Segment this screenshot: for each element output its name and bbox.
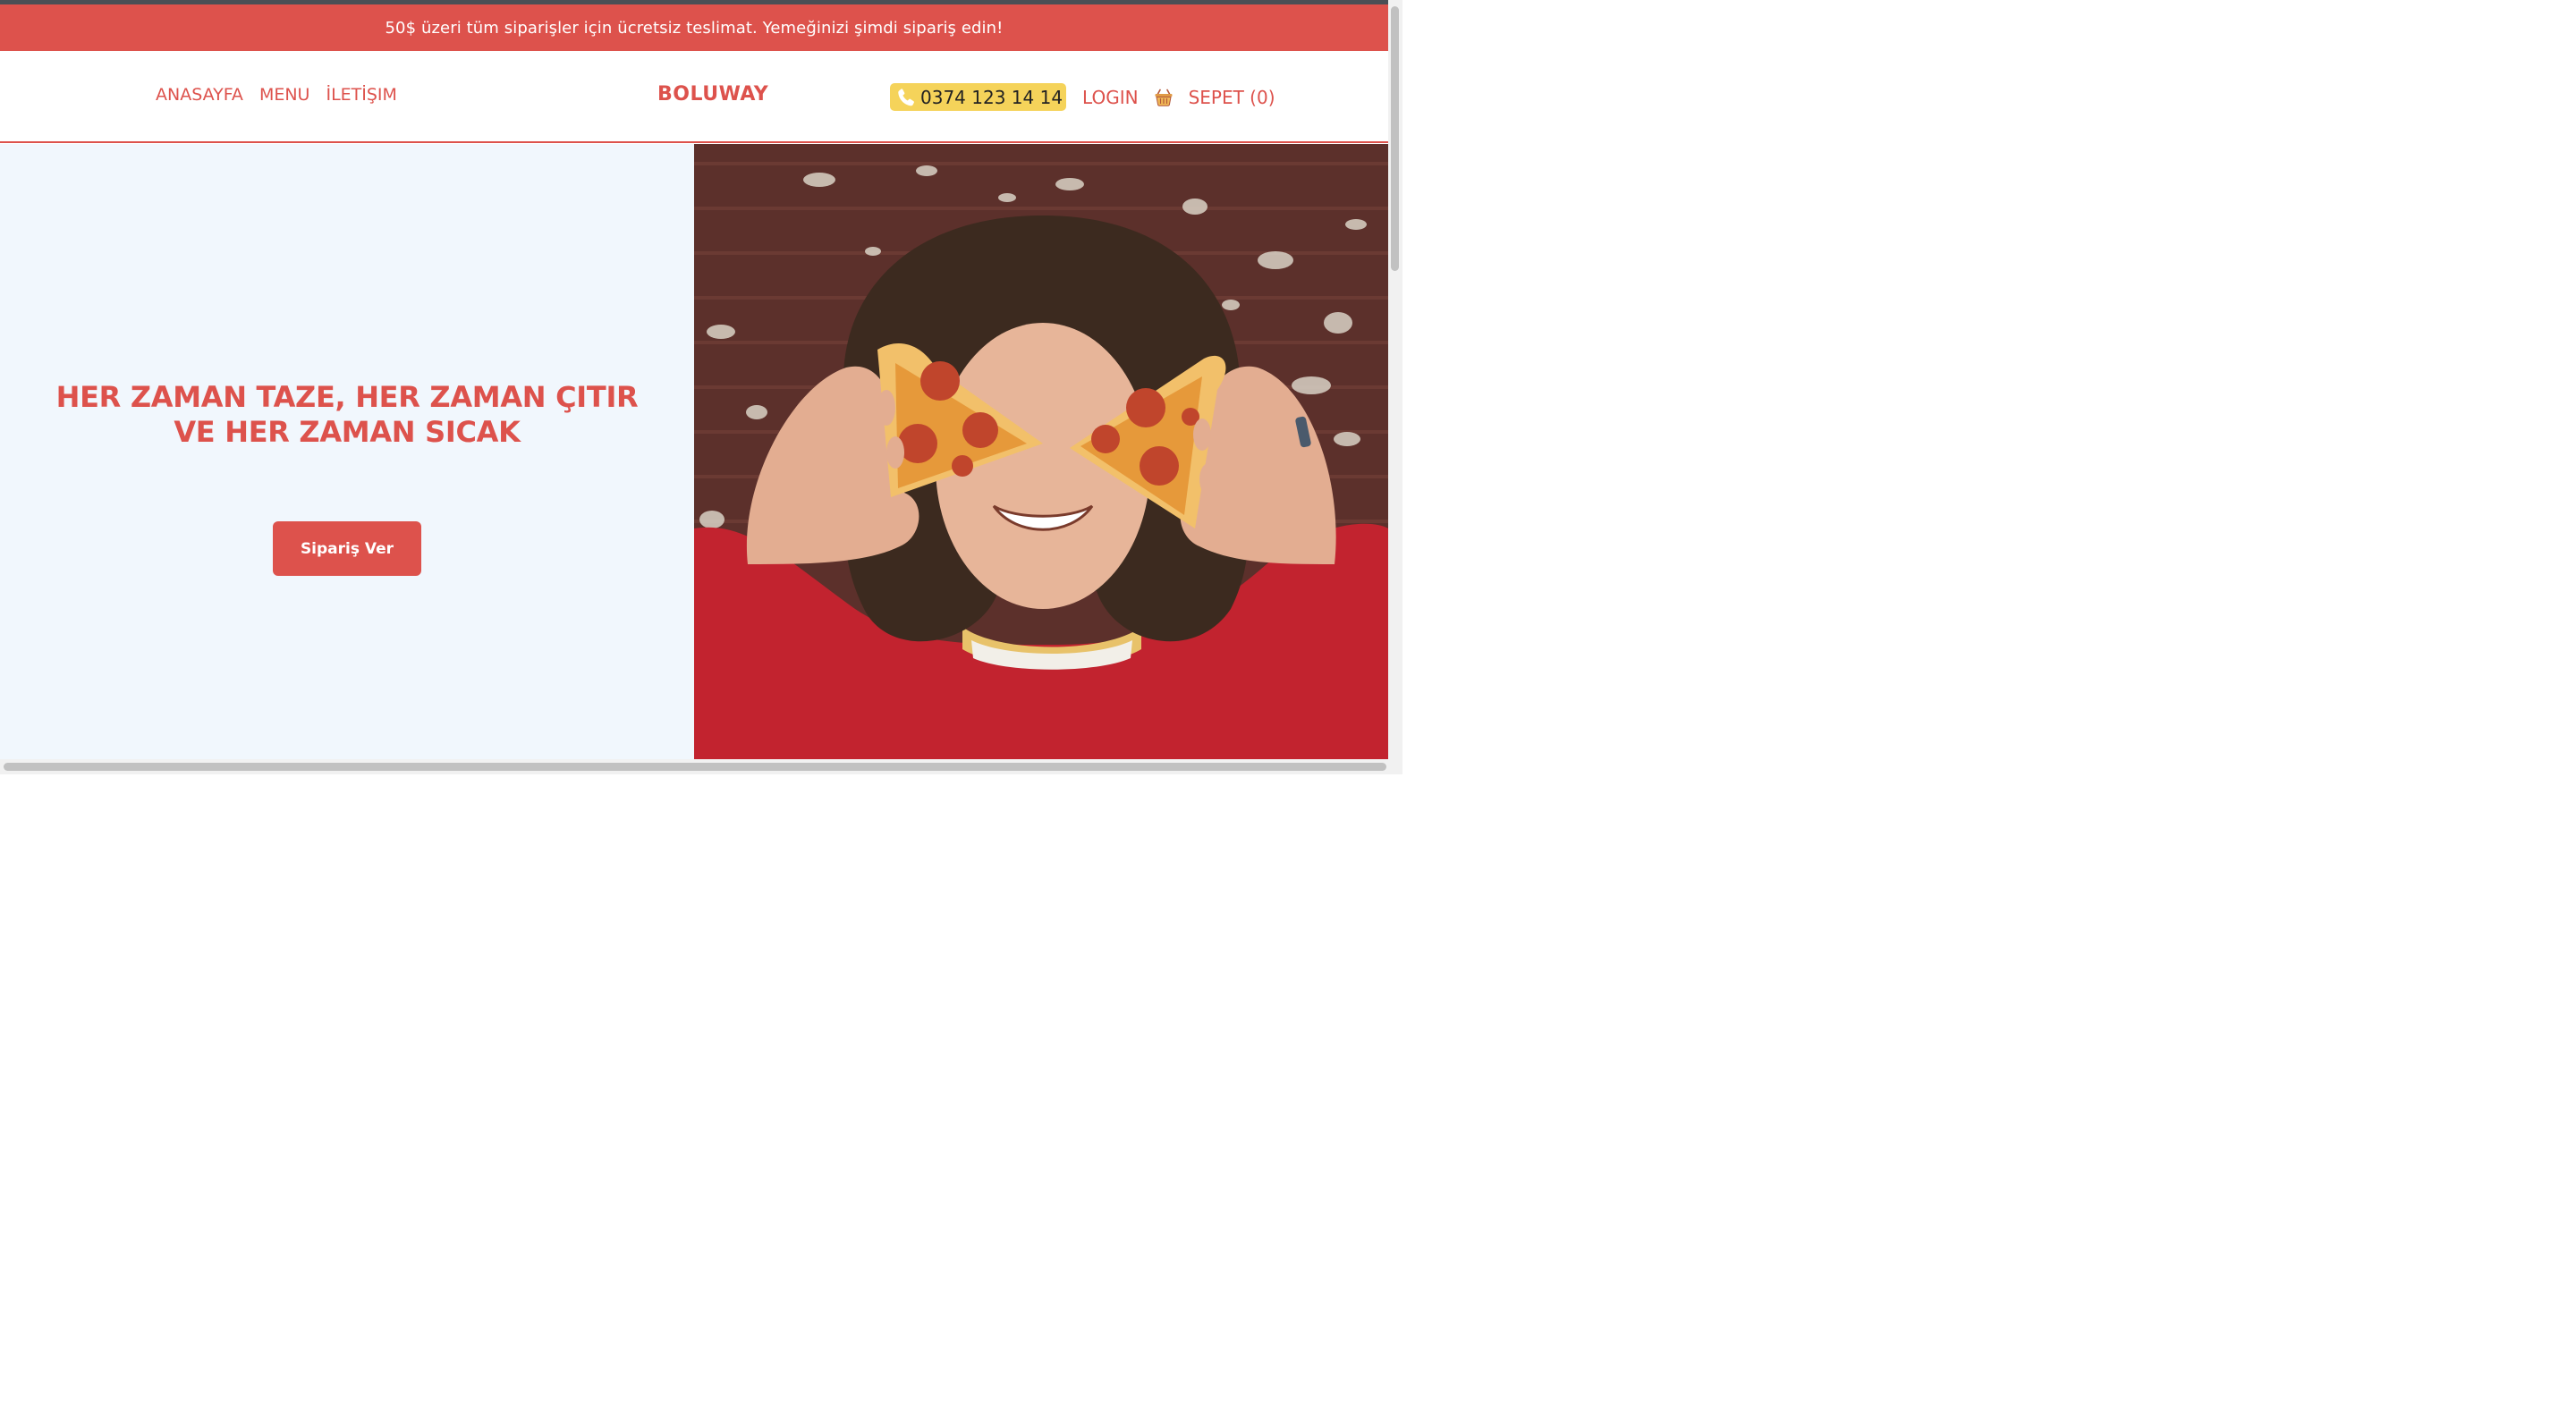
- announcement-text: 50$ üzeri tüm siparişler için ücretsiz t…: [385, 18, 1004, 38]
- phone-icon: [898, 88, 914, 106]
- horizontal-scrollbar-thumb[interactable]: [4, 763, 1386, 771]
- hero-photo-illustration: [694, 144, 1388, 759]
- hero-panel: HER ZAMAN TAZE, HER ZAMAN ÇITIR VE HER Z…: [0, 144, 694, 759]
- basket-icon[interactable]: [1153, 87, 1174, 108]
- phone-pill[interactable]: 0374 123 14 14: [890, 83, 1067, 111]
- phone-number: 0374 123 14 14: [920, 86, 1063, 108]
- nav-links: ANASAYFA MENU İLETİŞIM: [156, 85, 397, 105]
- nav-actions: 0374 123 14 14 LOGIN SEPET (0): [890, 83, 1275, 111]
- nav-link-home[interactable]: ANASAYFA: [156, 85, 243, 105]
- vertical-scrollbar-thumb[interactable]: [1391, 6, 1399, 271]
- announcement-bar: 50$ üzeri tüm siparişler için ücretsiz t…: [0, 4, 1388, 51]
- hero-photo: [694, 144, 1388, 759]
- hero-title: HER ZAMAN TAZE, HER ZAMAN ÇITIR VE HER Z…: [55, 380, 639, 449]
- login-link[interactable]: LOGIN: [1082, 87, 1139, 108]
- order-button[interactable]: Sipariş Ver: [273, 521, 421, 576]
- brand-logo[interactable]: BOLUWAY: [657, 83, 768, 106]
- nav-link-menu[interactable]: MENU: [259, 85, 310, 105]
- cart-link[interactable]: SEPET (0): [1189, 87, 1275, 108]
- nav-link-contact[interactable]: İLETİŞIM: [326, 85, 396, 105]
- navbar: ANASAYFA MENU İLETİŞIM BOLUWAY 0374 123 …: [0, 51, 1388, 143]
